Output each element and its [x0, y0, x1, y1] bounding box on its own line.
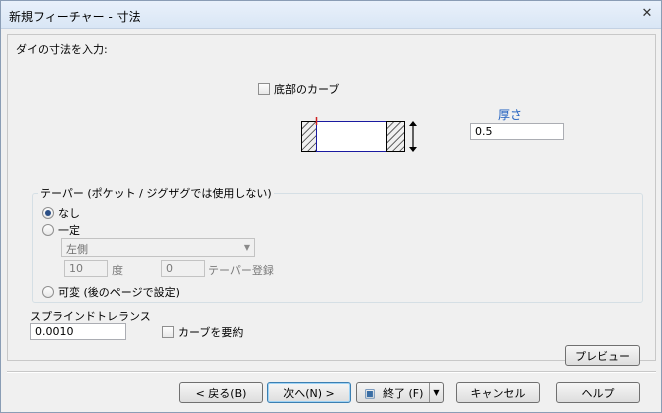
taper-angle-unit: 度 — [112, 264, 123, 277]
dialog-window: 新規フィーチャー - 寸法 ✕ ダイの寸法を入力: 底部のカーブ 厚さ 0.5 — [0, 0, 662, 413]
taper-constant-radio[interactable]: 一定 — [42, 222, 80, 238]
die-cavity — [316, 121, 387, 152]
taper-none-radio-button[interactable] — [42, 207, 54, 219]
right-hatched-wall — [386, 121, 405, 152]
taper-none-radio[interactable]: なし — [42, 205, 80, 221]
taper-constant-radio-button[interactable] — [42, 224, 54, 236]
taper-variable-radio-button[interactable] — [42, 286, 54, 298]
window-title: 新規フィーチャー - 寸法 — [9, 10, 141, 24]
chevron-down-icon[interactable]: ▼ — [244, 243, 250, 252]
thickness-input[interactable]: 0.5 — [470, 123, 564, 140]
taper-side-combo[interactable]: 左側 ▼ — [61, 238, 255, 257]
bottom-curve-label: 底部のカーブ — [274, 83, 340, 96]
help-button[interactable]: ヘルプ — [556, 382, 640, 403]
back-button[interactable]: < 戻る(B) — [179, 382, 263, 403]
spline-tolerance-label: スプラインドトレランス — [30, 310, 151, 323]
curve-summary-checkbox-box[interactable] — [162, 326, 174, 338]
curve-summary-checkbox[interactable]: カーブを要約 — [162, 324, 243, 340]
taper-angle-input[interactable]: 10 — [64, 260, 108, 277]
finish-button-label: 終了 (F) — [383, 386, 424, 400]
taper-none-label: なし — [58, 207, 80, 220]
finish-dropdown-chevron-down-icon[interactable]: ▼ — [429, 383, 443, 402]
bottom-curve-checkbox[interactable]: 底部のカーブ — [258, 81, 339, 97]
title-bar[interactable]: 新規フィーチャー - 寸法 ✕ — [1, 1, 661, 29]
taper-side-value: 左側 — [66, 243, 88, 256]
next-button[interactable]: 次へ(N) > — [267, 382, 351, 403]
prompt-text: ダイの寸法を入力: — [16, 43, 108, 56]
footer-separator — [7, 371, 656, 373]
taper-register-label: テーパー登録 — [208, 264, 274, 277]
spline-tolerance-input[interactable]: 0.0010 — [30, 323, 126, 340]
finish-icon: ▣ — [364, 385, 376, 400]
thickness-label: 厚さ — [498, 108, 523, 122]
curve-summary-label: カーブを要約 — [178, 326, 244, 339]
die-dimension-diagram — [301, 117, 417, 152]
finish-button[interactable]: ▣ 終了 (F) ▼ — [356, 382, 444, 403]
taper-variable-label: 可変 (後のページで設定) — [58, 286, 180, 299]
taper-register-input[interactable]: 0 — [161, 260, 205, 277]
dialog-client-area: ダイの寸法を入力: 底部のカーブ 厚さ 0.5 テーパー (ポケット / ジグザ… — [7, 34, 656, 366]
taper-variable-radio[interactable]: 可変 (後のページで設定) — [42, 284, 180, 300]
bottom-curve-checkbox-box[interactable] — [258, 83, 270, 95]
taper-constant-label: 一定 — [58, 224, 80, 237]
preview-button[interactable]: プレビュー — [565, 345, 640, 366]
thickness-arrow-down — [409, 147, 417, 152]
cancel-button[interactable]: キャンセル — [456, 382, 540, 403]
taper-group-caption: テーパー (ポケット / ジグザグでは使用しない) — [38, 185, 274, 201]
thickness-arrow-up — [409, 121, 417, 126]
left-hatched-wall — [301, 121, 317, 152]
close-icon[interactable]: ✕ — [639, 5, 655, 21]
